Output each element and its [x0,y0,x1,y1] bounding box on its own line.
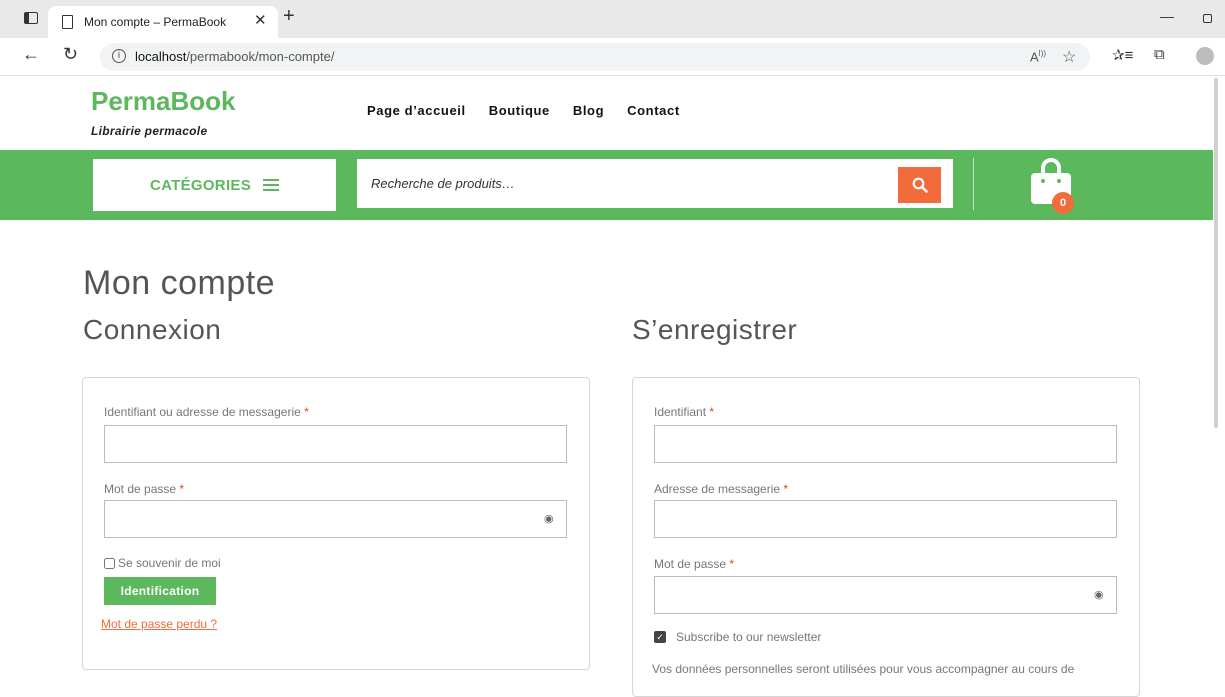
favorites-icon[interactable]: ✰≡ [1112,46,1133,64]
privacy-notice: Vos données personnelles seront utilisée… [652,662,1075,676]
close-icon[interactable]: ✕ [254,11,267,29]
register-username-label: Identifiant * [654,405,714,419]
header-divider [973,158,974,210]
nav-link-home[interactable]: Page d’accueil [367,103,466,118]
browser-toolbar: ← ↻ i localhost/permabook/mon-compte/ Aǀ… [0,38,1225,76]
menu-icon [263,179,280,191]
info-icon[interactable]: i [112,49,126,63]
register-password-label-text: Mot de passe [654,557,727,571]
remember-me[interactable]: Se souvenir de moi [104,556,221,570]
required-mark: * [783,482,789,496]
add-favorite-icon[interactable]: ☆ [1062,47,1076,67]
browser-tab[interactable]: Mon compte – PermaBook ✕ [48,6,278,38]
scrollbar-thumb[interactable] [1214,78,1218,428]
url-path: /permabook/mon-compte/ [186,49,335,64]
required-mark: * [179,482,185,496]
register-email-label: Adresse de messagerie * [654,482,788,496]
required-mark: * [304,405,309,419]
collections-icon[interactable]: ⧉ [1154,46,1165,63]
cart-count-badge: 0 [1052,192,1074,214]
nav-link-contact[interactable]: Contact [627,103,680,118]
newsletter-option[interactable]: ✓ Subscribe to our newsletter [654,630,821,644]
tab-title: Mon compte – PermaBook [84,15,227,29]
remember-me-label: Se souvenir de moi [118,556,221,570]
login-username-label: Identifiant ou adresse de messagerie * [104,405,309,419]
show-password-eye-icon[interactable]: ◉ [1094,588,1104,601]
login-button[interactable]: Identification [104,577,216,605]
back-arrow-icon[interactable]: ← [22,44,40,65]
categories-button[interactable]: CATÉGORIES [93,159,336,211]
login-password-label-text: Mot de passe [104,482,177,496]
profile-icon[interactable] [1196,47,1214,65]
nav-link-shop[interactable]: Boutique [489,103,550,118]
header-search-bar: CATÉGORIES 0 [0,150,1213,220]
browser-tabstrip: Mon compte – PermaBook ✕ + — [0,0,1225,38]
reload-icon[interactable]: ↻ [63,44,78,65]
address-bar[interactable]: i localhost/permabook/mon-compte/ Aǀ)) ☆ [100,43,1090,71]
url-host: localhost [135,49,187,64]
restore-icon[interactable] [1203,14,1212,23]
register-email-input[interactable] [654,500,1117,538]
read-aloud-icon[interactable]: Aǀ)) [1030,49,1046,64]
login-heading: Connexion [83,314,222,345]
search-button[interactable] [898,167,941,203]
page-icon [62,15,73,29]
site-tagline: Librairie permacole [91,124,208,138]
required-mark: * [729,557,735,571]
cart-button[interactable]: 0 [1029,158,1079,214]
main-navigation: Page d’accueil Boutique Blog Contact [367,103,680,118]
search-icon [912,177,928,193]
register-password-label: Mot de passe * [654,557,734,571]
lost-password-link[interactable]: Mot de passe perdu ? [101,617,217,631]
page-title: Mon compte [83,264,276,302]
login-password-label: Mot de passe * [104,482,184,496]
url-text[interactable]: localhost/permabook/mon-compte/ [135,49,334,64]
plus-icon[interactable]: + [283,5,295,28]
login-password-input[interactable] [104,500,567,538]
register-password-input[interactable] [654,576,1117,614]
register-email-label-text: Adresse de messagerie [654,482,781,496]
newsletter-label: Subscribe to our newsletter [676,630,822,644]
show-password-eye-icon[interactable]: ◉ [544,512,554,525]
search-input[interactable] [357,159,897,208]
sidebar-toggle-icon[interactable] [24,12,38,24]
register-heading: S’enregistrer [632,314,798,345]
register-username-input[interactable] [654,425,1117,463]
categories-label: CATÉGORIES [149,176,252,194]
required-mark: * [709,405,715,419]
remember-me-checkbox[interactable] [104,557,115,569]
minimize-icon[interactable]: — [1160,8,1174,24]
register-username-label-text: Identifiant [654,405,707,419]
login-username-input[interactable] [104,425,567,463]
nav-link-blog[interactable]: Blog [573,103,604,118]
login-username-label-text: Identifiant ou adresse de messagerie [104,405,301,419]
site-logo[interactable]: PermaBook [91,86,236,117]
product-search [357,159,953,208]
newsletter-checkbox[interactable]: ✓ [654,631,666,643]
